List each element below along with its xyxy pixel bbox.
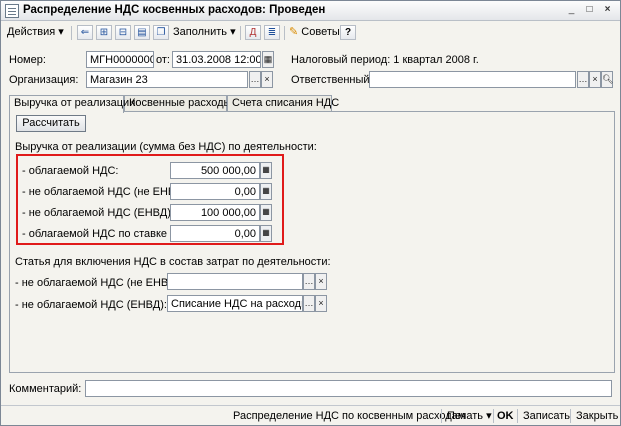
responsible-label: Ответственный: bbox=[291, 74, 373, 86]
journal-icon[interactable]: ▤ bbox=[134, 25, 150, 40]
article-row-label: - не облагаемой НДС (ЕНВД): bbox=[15, 299, 167, 311]
revenue-row-label: - не облагаемой НДС (ЕНВД): bbox=[22, 207, 174, 219]
document-window: Распределение НДС косвенных расходов: Пр… bbox=[0, 0, 621, 426]
article-row-label: - не облагаемой НДС (не ЕНВД): bbox=[15, 277, 183, 289]
divider bbox=[441, 409, 442, 423]
divider bbox=[570, 409, 571, 423]
tab-vat-accounts[interactable]: Счета списания НДС bbox=[227, 95, 339, 112]
toolbar-divider bbox=[71, 26, 72, 40]
chevron-down-icon: ▾ bbox=[58, 26, 64, 38]
fill-menu[interactable]: Заполнить ▾ bbox=[173, 24, 236, 41]
number-label: Номер: bbox=[9, 54, 46, 66]
chevron-down-icon: ▾ bbox=[486, 410, 492, 422]
close-button[interactable]: Закрыть bbox=[576, 409, 618, 423]
document-icon bbox=[5, 4, 19, 18]
revenue-nonvat-field[interactable]: 0,00 bbox=[170, 183, 260, 200]
responsible-field[interactable] bbox=[369, 71, 576, 88]
clear-article-button[interactable]: × bbox=[315, 295, 327, 312]
report-icon[interactable]: ≣ bbox=[264, 25, 280, 40]
toolbar-divider bbox=[240, 26, 241, 40]
divider bbox=[517, 409, 518, 423]
open-responsible-button[interactable]: 🔍︎ bbox=[601, 71, 613, 88]
clear-organization-button[interactable]: × bbox=[261, 71, 273, 88]
organization-field[interactable]: Магазин 23 bbox=[86, 71, 248, 88]
help-icon[interactable]: ? bbox=[340, 25, 356, 40]
minimize-button[interactable]: _ bbox=[564, 4, 579, 18]
tab-indirect-costs[interactable]: Косвенные расходы bbox=[124, 95, 231, 112]
select-article-button[interactable]: … bbox=[303, 273, 315, 290]
actions-label: Действия bbox=[7, 26, 56, 38]
calendar-icon[interactable]: ▦ bbox=[262, 51, 274, 68]
article-nonenvd-field[interactable] bbox=[167, 273, 303, 290]
select-article-button[interactable]: … bbox=[303, 295, 315, 312]
revenue-zero-rate-field[interactable]: 0,00 bbox=[170, 225, 260, 242]
revenue-row-label: - не облагаемой НДС (не ЕНВД): bbox=[22, 186, 190, 198]
revenue-row-label: - облагаемой НДС: bbox=[22, 165, 119, 177]
clear-article-button[interactable]: × bbox=[315, 273, 327, 290]
calculator-icon[interactable]: ▦ bbox=[260, 162, 272, 179]
divider bbox=[493, 409, 494, 423]
ok-button[interactable]: OK bbox=[497, 409, 514, 423]
comment-label: Комментарий: bbox=[9, 383, 82, 395]
movements-icon[interactable]: ⊟ bbox=[115, 25, 131, 40]
structure-icon[interactable]: ⊞ bbox=[96, 25, 112, 40]
select-organization-button[interactable]: … bbox=[249, 71, 261, 88]
window-title: Распределение НДС косвенных расходов: Пр… bbox=[23, 4, 326, 16]
maximize-button[interactable]: □ bbox=[582, 4, 597, 18]
toolbar: Действия ▾ ⇐ ⊞ ⊟ ▤ ❐ Заполнить ▾ Д ≣ ✎ С… bbox=[3, 23, 618, 43]
dt-kt-icon[interactable]: Д bbox=[245, 25, 261, 40]
title-bar: Распределение НДС косвенных расходов: Пр… bbox=[1, 1, 620, 21]
fill-label: Заполнить bbox=[173, 26, 228, 38]
date-field[interactable]: 31.03.2008 12:00:00 bbox=[172, 51, 261, 68]
tax-period-text: Налоговый период: 1 квартал 2008 г. bbox=[291, 54, 479, 66]
article-heading: Статья для включения НДС в состав затрат… bbox=[15, 256, 331, 268]
toolbar-divider bbox=[284, 26, 285, 40]
calculate-button[interactable]: Рассчитать bbox=[16, 115, 86, 132]
tips-button[interactable]: ✎ Советы bbox=[289, 24, 340, 41]
calculator-icon[interactable]: ▦ bbox=[260, 225, 272, 242]
comment-field[interactable] bbox=[85, 380, 612, 397]
command-bar: Распределение НДС по косвенным расходам … bbox=[1, 405, 620, 425]
organization-label: Организация: bbox=[9, 74, 79, 86]
revenue-heading: Выручка от реализации (сумма без НДС) по… bbox=[15, 141, 317, 153]
calculator-icon[interactable]: ▦ bbox=[260, 183, 272, 200]
article-envd-field[interactable]: Списание НДС на расходы (ЕІ bbox=[167, 295, 303, 312]
print-label: Печать bbox=[447, 410, 484, 422]
tips-icon: ✎ bbox=[289, 26, 299, 38]
save-button[interactable]: Записать bbox=[523, 409, 570, 423]
tips-label: Советы bbox=[301, 26, 340, 38]
calculator-icon[interactable]: ▦ bbox=[260, 204, 272, 221]
revenue-row-label: - облагаемой НДС по ставке 0%: bbox=[22, 228, 190, 240]
number-field[interactable]: МГН00000001 bbox=[86, 51, 154, 68]
doc-link[interactable]: Распределение НДС по косвенным расходам bbox=[233, 409, 465, 423]
clear-responsible-button[interactable]: × bbox=[589, 71, 601, 88]
revenue-vat-field[interactable]: 500 000,00 bbox=[170, 162, 260, 179]
tab-revenue[interactable]: Выручка от реализации bbox=[9, 95, 135, 113]
print-menu[interactable]: Печать ▾ bbox=[447, 409, 492, 423]
arrow-left-icon[interactable]: ⇐ bbox=[77, 25, 93, 40]
chevron-down-icon: ▾ bbox=[230, 26, 236, 38]
revenue-envd-field[interactable]: 100 000,00 bbox=[170, 204, 260, 221]
date-label: от: bbox=[156, 54, 170, 66]
copy-icon[interactable]: ❐ bbox=[153, 25, 169, 40]
select-responsible-button[interactable]: … bbox=[577, 71, 589, 88]
actions-menu[interactable]: Действия ▾ bbox=[7, 24, 64, 41]
close-window-button[interactable]: × bbox=[600, 4, 615, 18]
